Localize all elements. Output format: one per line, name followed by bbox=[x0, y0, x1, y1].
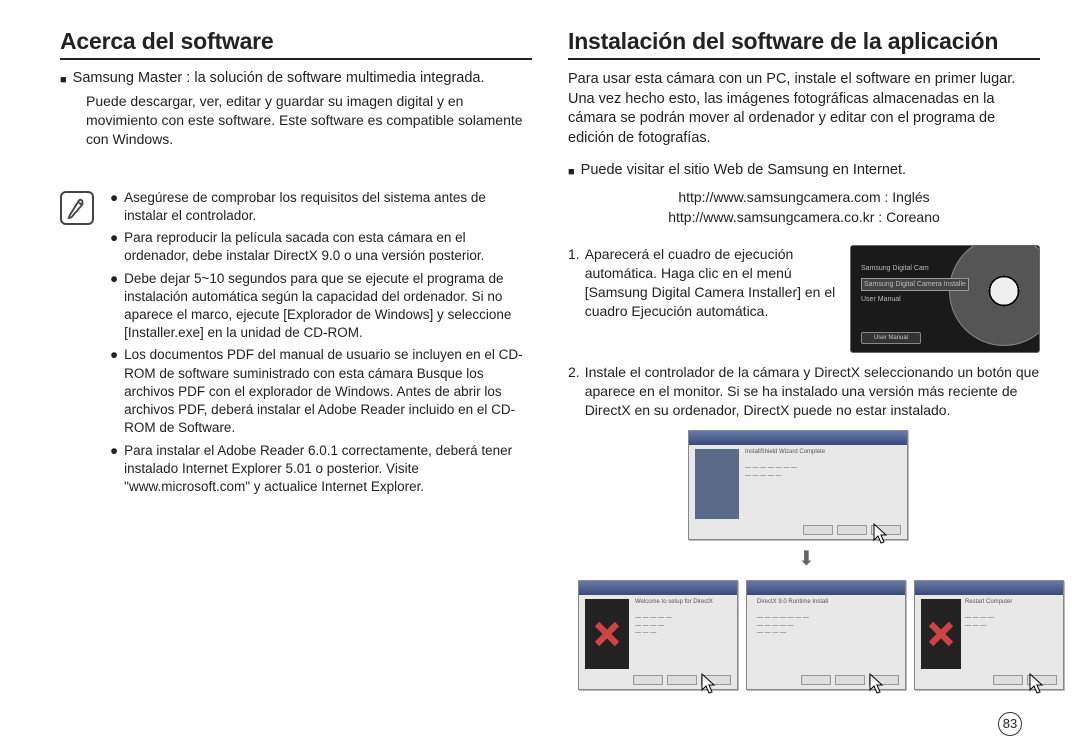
step-2-number: 2. bbox=[568, 363, 580, 420]
right-intro: Para usar esta cámara con un PC, instale… bbox=[568, 70, 1040, 148]
url-en: http://www.samsungcamera.com : Inglés bbox=[568, 188, 1040, 208]
wizard-sidebar bbox=[695, 449, 739, 519]
cursor-icon bbox=[864, 672, 888, 696]
note-item: Los documentos PDF del manual de usuario… bbox=[124, 346, 532, 437]
bullet-icon: ● bbox=[110, 442, 118, 497]
wizard-text: DirectX 9.0 Runtime Install— — — — — — —… bbox=[757, 599, 897, 638]
directx-sidebar bbox=[585, 599, 629, 669]
step-2-body: Instale el controlador de la cámara y Di… bbox=[585, 363, 1040, 420]
thumb-lines: Samsung Digital Cam Samsung Digital Came… bbox=[861, 264, 969, 303]
wizard-text: Restart Computer— — — —— — — bbox=[965, 599, 1055, 630]
bullet-icon: ● bbox=[110, 229, 118, 265]
thumb-line-selected: Samsung Digital Camera Installe bbox=[861, 278, 969, 291]
cursor-icon bbox=[868, 522, 892, 546]
cursor-icon bbox=[1024, 672, 1048, 696]
note-item: Para reproducir la película sacada con e… bbox=[124, 229, 532, 265]
right-title: Instalación del software de la aplicació… bbox=[568, 28, 1040, 60]
bullet-icon: ● bbox=[110, 346, 118, 437]
cursor-icon bbox=[696, 672, 720, 696]
left-bullet-label: Samsung Master : la solución de software… bbox=[73, 70, 485, 86]
titlebar bbox=[747, 581, 905, 595]
step-1-number: 1. bbox=[568, 245, 580, 321]
left-column: Acerca del software ■ Samsung Master : l… bbox=[60, 28, 532, 720]
thumb-line: User Manual bbox=[861, 295, 969, 304]
step-2-text: 2. Instale el controlador de la cámara y… bbox=[568, 363, 1040, 420]
page-columns: Acerca del software ■ Samsung Master : l… bbox=[60, 28, 1040, 720]
arrow-down-icon: ⬇ bbox=[798, 546, 815, 571]
note-body: ●Asegúrese de comprobar los requisitos d… bbox=[110, 189, 532, 501]
note-icon bbox=[60, 191, 94, 225]
step-1-body: Aparecerá el cuadro de ejecución automát… bbox=[585, 245, 836, 321]
directx-sidebar bbox=[921, 599, 961, 669]
note-item: Para instalar el Adobe Reader 6.0.1 corr… bbox=[124, 442, 532, 497]
left-bullet-row: ■ Samsung Master : la solución de softwa… bbox=[60, 70, 532, 90]
step-1-text: 1. Aparecerá el cuadro de ejecución auto… bbox=[568, 245, 836, 353]
step-2: 2. Instale el controlador de la cámara y… bbox=[568, 363, 1040, 420]
wizard-text: InstallShield Wizard Complete— — — — — —… bbox=[745, 449, 899, 480]
left-bullet-body: Puede descargar, ver, editar y guardar s… bbox=[60, 92, 532, 149]
bullet-icon: ● bbox=[110, 189, 118, 225]
note-item: Debe dejar 5~10 segundos para que se eje… bbox=[124, 270, 532, 343]
thumb-line: Samsung Digital Cam bbox=[861, 264, 969, 273]
urls-block: http://www.samsungcamera.com : Inglés ht… bbox=[568, 188, 1040, 227]
titlebar bbox=[579, 581, 737, 595]
visit-text: Puede visitar el sitio Web de Samsung en… bbox=[581, 162, 906, 178]
square-bullet-icon: ■ bbox=[60, 70, 67, 90]
url-kr: http://www.samsungcamera.co.kr : Coreano bbox=[568, 208, 1040, 228]
titlebar bbox=[689, 431, 907, 445]
visit-row: ■ Puede visitar el sitio Web de Samsung … bbox=[568, 162, 1040, 182]
autorun-screenshot: Samsung Digital Cam Samsung Digital Came… bbox=[850, 245, 1040, 353]
right-column: Instalación del software de la aplicació… bbox=[568, 28, 1040, 720]
step-1: 1. Aparecerá el cuadro de ejecución auto… bbox=[568, 245, 1040, 353]
note-block: ●Asegúrese de comprobar los requisitos d… bbox=[60, 189, 532, 501]
left-title: Acerca del software bbox=[60, 28, 532, 60]
thumb-button: User Manual bbox=[861, 332, 921, 344]
bullet-icon: ● bbox=[110, 270, 118, 343]
page-number: 83 bbox=[998, 712, 1022, 736]
note-item: Asegúrese de comprobar los requisitos de… bbox=[124, 189, 532, 225]
wizard-text: Welcome to setup for DirectX— — — — —— —… bbox=[635, 599, 729, 638]
square-bullet-icon: ■ bbox=[568, 162, 575, 182]
installer-screenshots: InstallShield Wizard Complete— — — — — —… bbox=[568, 430, 1040, 720]
titlebar bbox=[915, 581, 1063, 595]
